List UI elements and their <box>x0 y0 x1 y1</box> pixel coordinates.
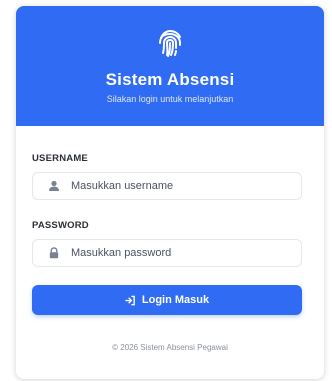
password-input[interactable] <box>71 247 291 259</box>
login-button[interactable]: Login Masuk <box>32 285 302 315</box>
sign-in-icon <box>125 295 135 305</box>
login-card: Sistem Absensi Silakan login untuk melan… <box>16 6 324 379</box>
password-field[interactable] <box>32 239 302 267</box>
app-title: Sistem Absensi <box>105 70 235 89</box>
fingerprint-icon <box>159 29 181 57</box>
app-subtitle: Silakan login untuk melanjutkan <box>106 94 234 104</box>
username-input[interactable] <box>71 180 291 192</box>
password-label: PASSWORD <box>32 220 89 231</box>
login-button-label: Login Masuk <box>141 294 210 306</box>
copyright-footer: © 2026 Sistem Absensi Pegawai <box>112 343 228 352</box>
username-field[interactable] <box>32 172 302 200</box>
user-icon <box>47 179 61 193</box>
username-label: USERNAME <box>32 153 88 164</box>
lock-icon <box>47 246 61 260</box>
login-header: Sistem Absensi Silakan login untuk melan… <box>16 6 324 126</box>
